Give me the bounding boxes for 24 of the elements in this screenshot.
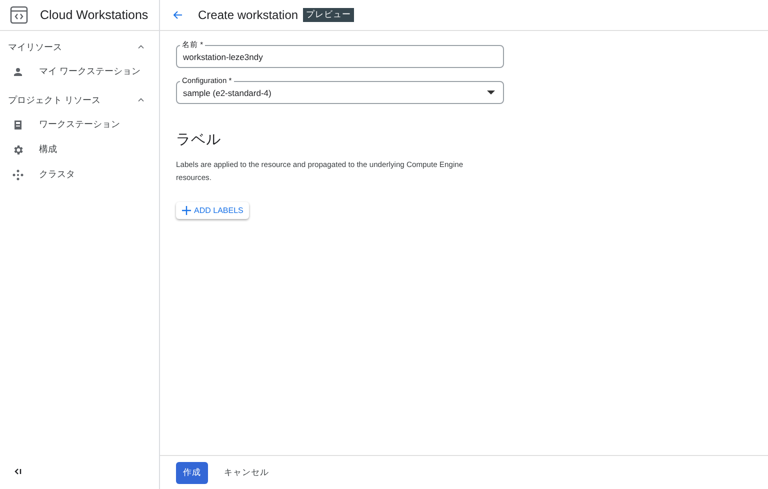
- page-title: Create workstation: [198, 8, 298, 22]
- settings-icon: [12, 144, 24, 156]
- field-value: workstation-leze3ndy: [183, 52, 263, 62]
- create-button[interactable]: 作成: [176, 462, 208, 484]
- sidebar-item[interactable]: マイ ワークステーション: [0, 59, 159, 84]
- section-title: プロジェクト リソース: [8, 94, 101, 106]
- section-title: マイリソース: [8, 40, 62, 54]
- cluster-icon: [12, 168, 24, 180]
- code-window-icon: [10, 6, 28, 24]
- cancel-button[interactable]: キャンセル: [224, 462, 269, 484]
- plus-icon: [182, 206, 191, 215]
- back-arrow-icon[interactable]: [172, 9, 184, 21]
- section-heading: ラベル: [176, 131, 222, 149]
- field-value: sample (e2-standard-4): [183, 88, 272, 98]
- server-icon: [12, 118, 24, 130]
- app-title: Cloud Workstations: [40, 8, 148, 22]
- dropdown-arrow-icon: [487, 90, 495, 95]
- sidebar-item[interactable]: 構成: [0, 137, 159, 162]
- add-labels-button[interactable]: ADD LABELS: [176, 202, 250, 219]
- sidebar-item[interactable]: クラスタ: [0, 162, 159, 187]
- collapse-icon[interactable]: [14, 468, 22, 475]
- person-icon: [12, 66, 24, 78]
- preview-badge: プレビュー: [303, 8, 354, 22]
- sidebar-item[interactable]: ワークステーション: [0, 112, 159, 137]
